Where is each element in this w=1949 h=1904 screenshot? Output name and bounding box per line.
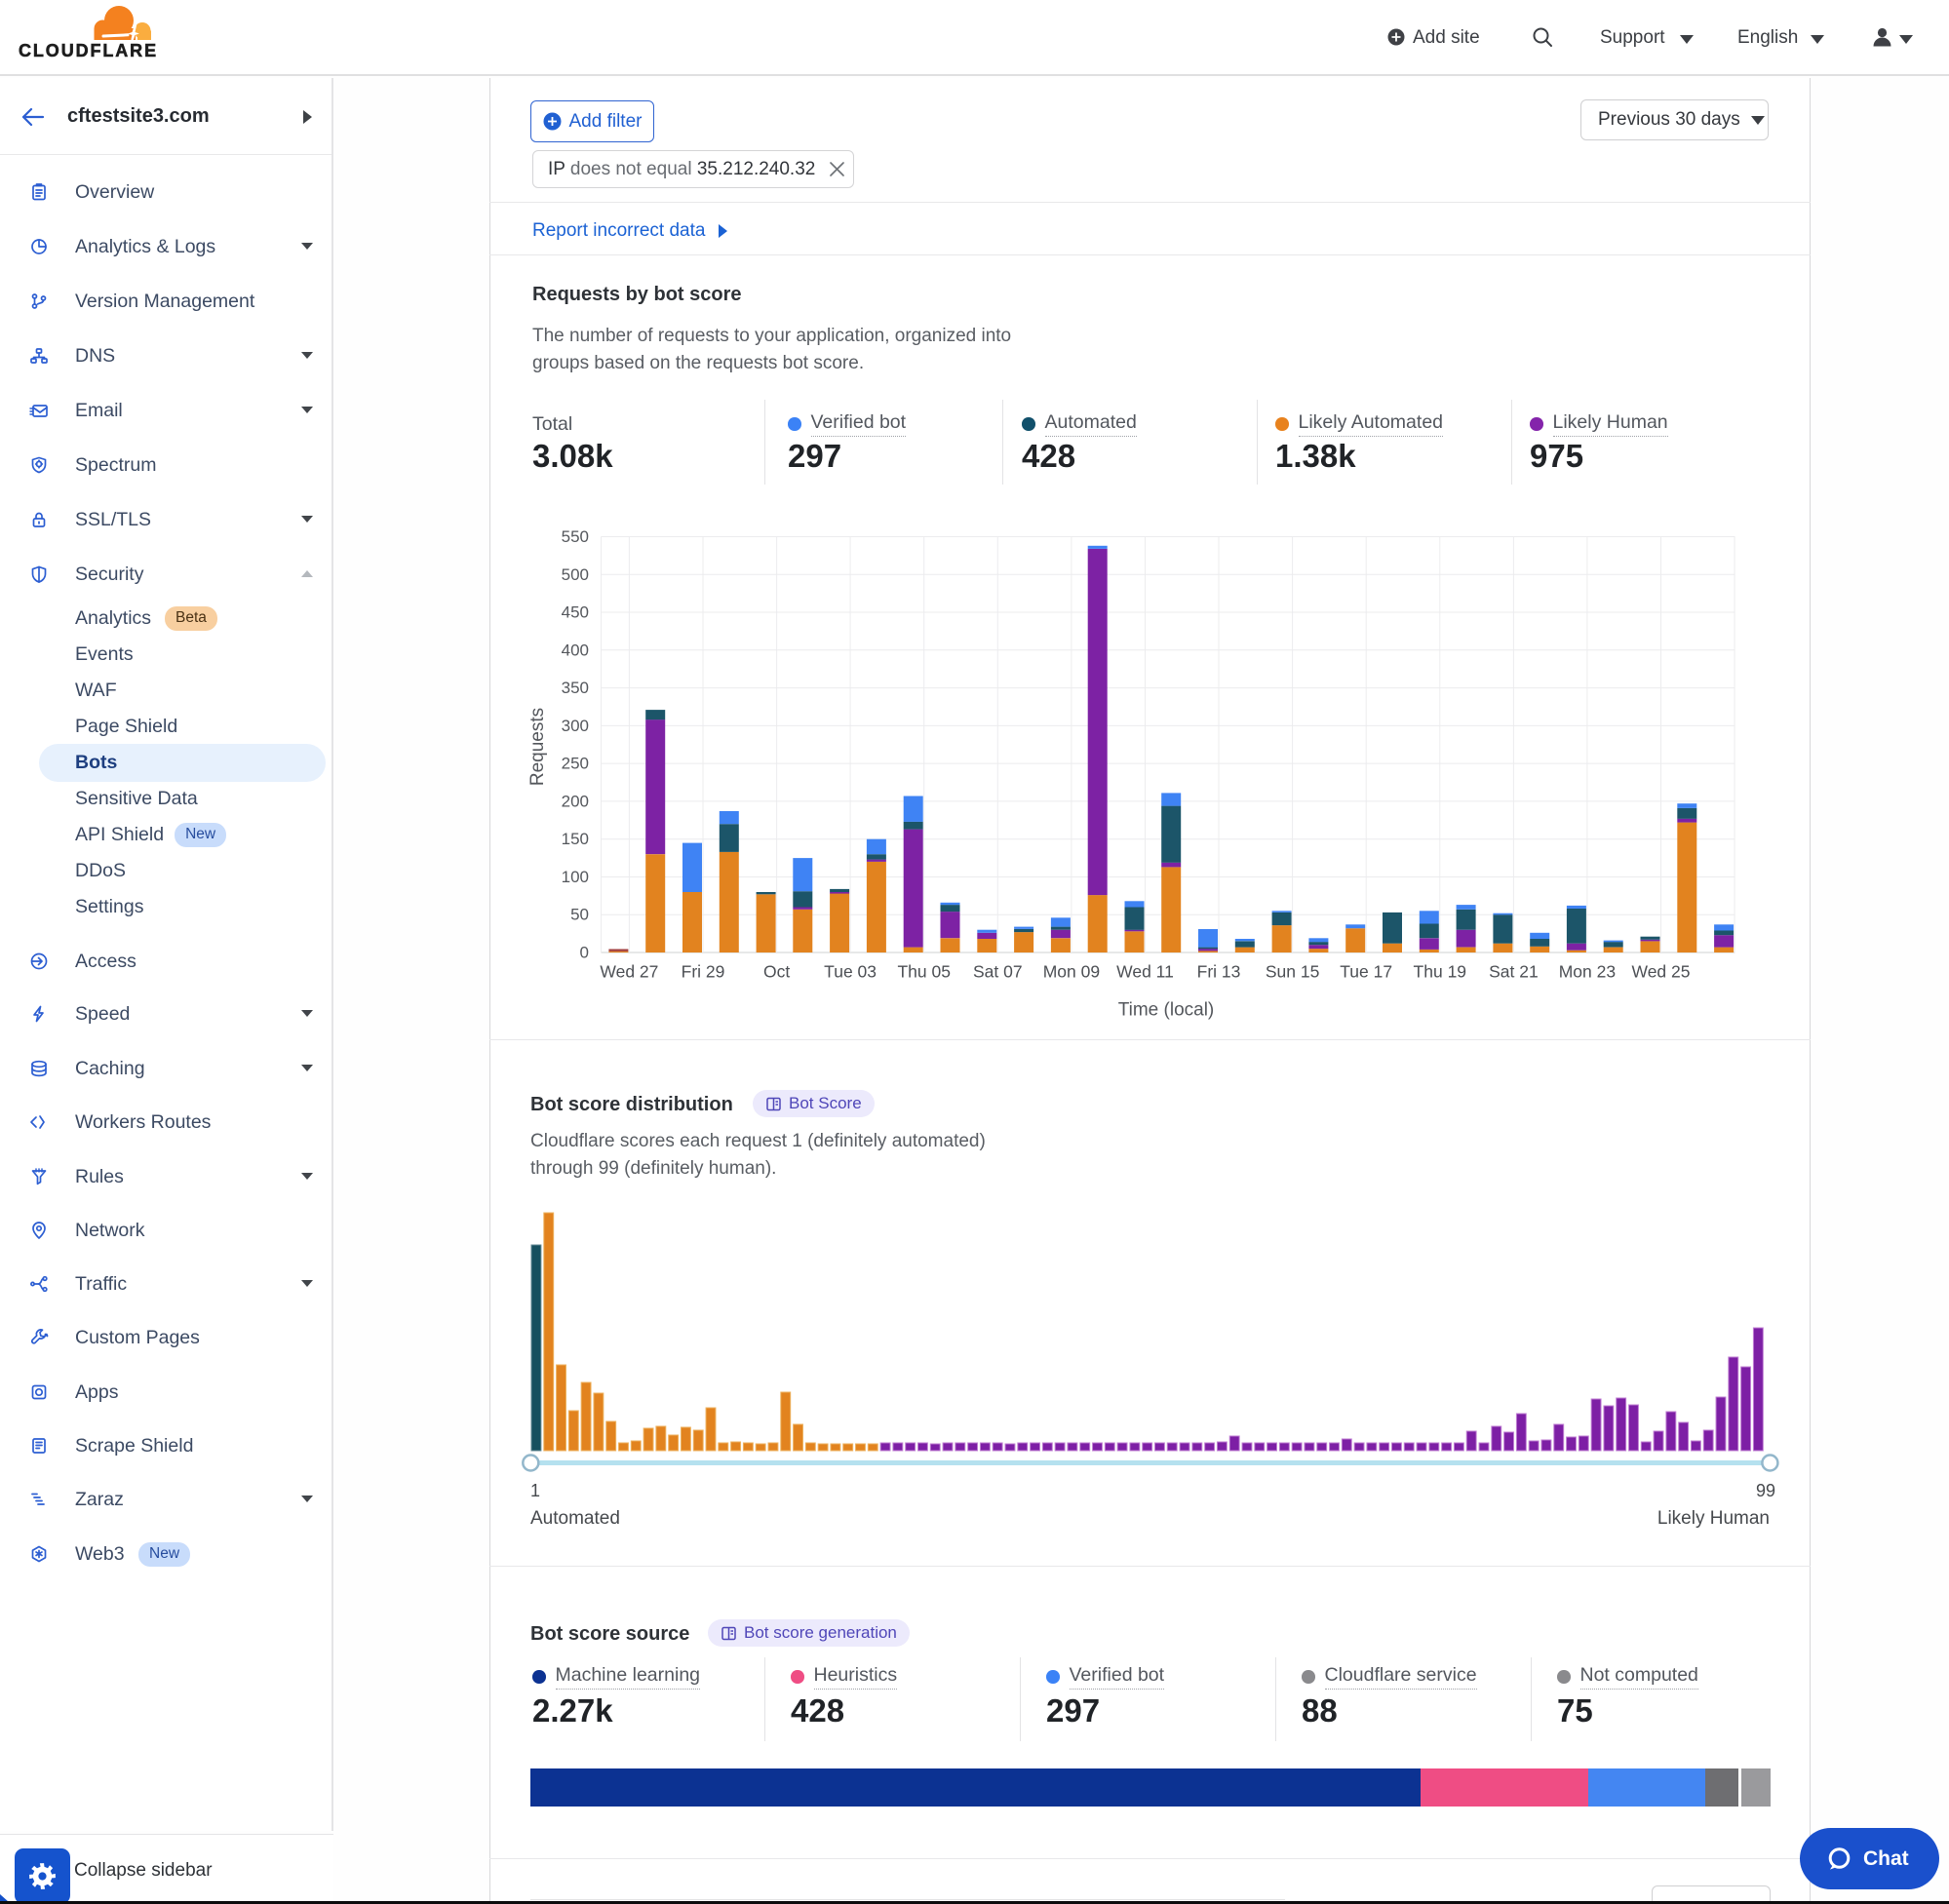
svg-text:Thu 05: Thu 05 xyxy=(897,962,950,982)
svg-text:200: 200 xyxy=(562,792,589,810)
svg-text:Sat 07: Sat 07 xyxy=(973,962,1023,982)
svg-text:Wed 11: Wed 11 xyxy=(1116,962,1174,982)
svg-text:450: 450 xyxy=(562,603,589,622)
svg-text:300: 300 xyxy=(562,717,589,735)
svg-text:350: 350 xyxy=(562,679,589,697)
svg-text:Requests: Requests xyxy=(527,708,548,786)
svg-text:550: 550 xyxy=(562,527,589,546)
svg-text:Sun 15: Sun 15 xyxy=(1266,962,1319,982)
svg-text:Thu 19: Thu 19 xyxy=(1414,962,1466,982)
svg-text:Tue 17: Tue 17 xyxy=(1340,962,1392,982)
svg-text:500: 500 xyxy=(562,565,589,584)
svg-text:400: 400 xyxy=(562,641,589,659)
svg-text:Fri 29: Fri 29 xyxy=(682,962,725,982)
svg-text:Fri 13: Fri 13 xyxy=(1197,962,1241,982)
svg-text:Sat 21: Sat 21 xyxy=(1489,962,1539,982)
svg-text:50: 50 xyxy=(570,906,589,924)
svg-text:Mon 23: Mon 23 xyxy=(1559,962,1616,982)
svg-text:Oct: Oct xyxy=(763,962,790,982)
svg-text:150: 150 xyxy=(562,830,589,848)
svg-text:0: 0 xyxy=(580,944,589,962)
svg-text:Mon 09: Mon 09 xyxy=(1043,962,1100,982)
svg-text:250: 250 xyxy=(562,755,589,773)
svg-text:Tue 03: Tue 03 xyxy=(824,962,877,982)
svg-text:Wed 25: Wed 25 xyxy=(1632,962,1691,982)
svg-text:100: 100 xyxy=(562,868,589,886)
svg-text:Time (local): Time (local) xyxy=(1118,1000,1215,1021)
svg-text:Wed 27: Wed 27 xyxy=(600,962,658,982)
